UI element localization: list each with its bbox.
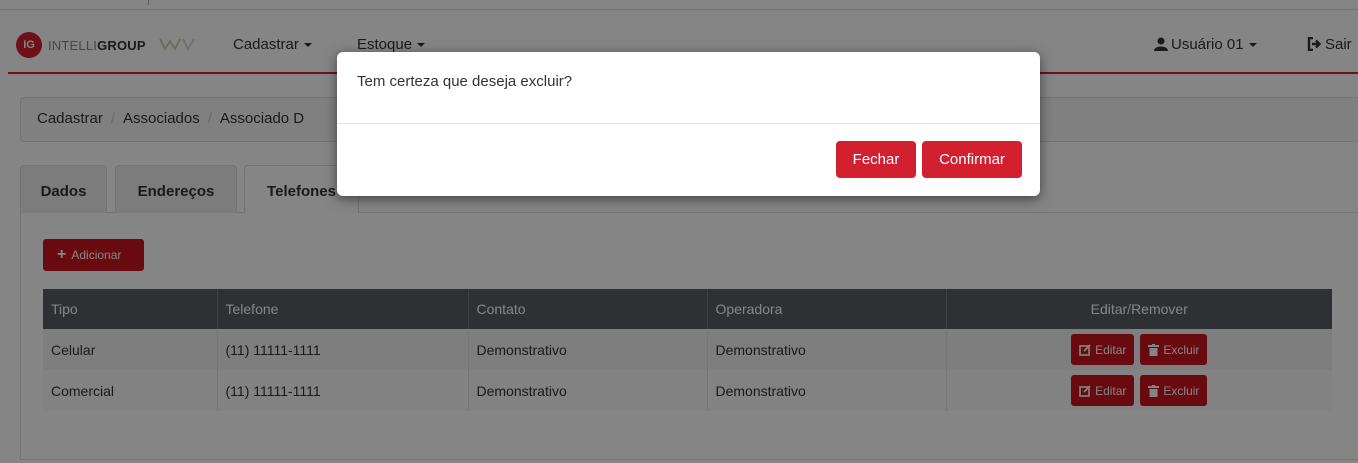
dialog-footer: Fechar Confirmar	[836, 141, 1022, 178]
confirm-button[interactable]: Confirmar	[922, 141, 1022, 178]
dialog-message: Tem certeza que deseja excluir?	[337, 52, 1040, 124]
confirm-button-label: Confirmar	[939, 151, 1005, 168]
close-button-label: Fechar	[852, 151, 900, 168]
page: IG INTELLIGROUP Cadastrar Estoque Usuári…	[0, 0, 1358, 463]
close-button[interactable]: Fechar	[836, 141, 916, 178]
confirm-delete-dialog: Tem certeza que deseja excluir? Fechar C…	[337, 52, 1040, 196]
